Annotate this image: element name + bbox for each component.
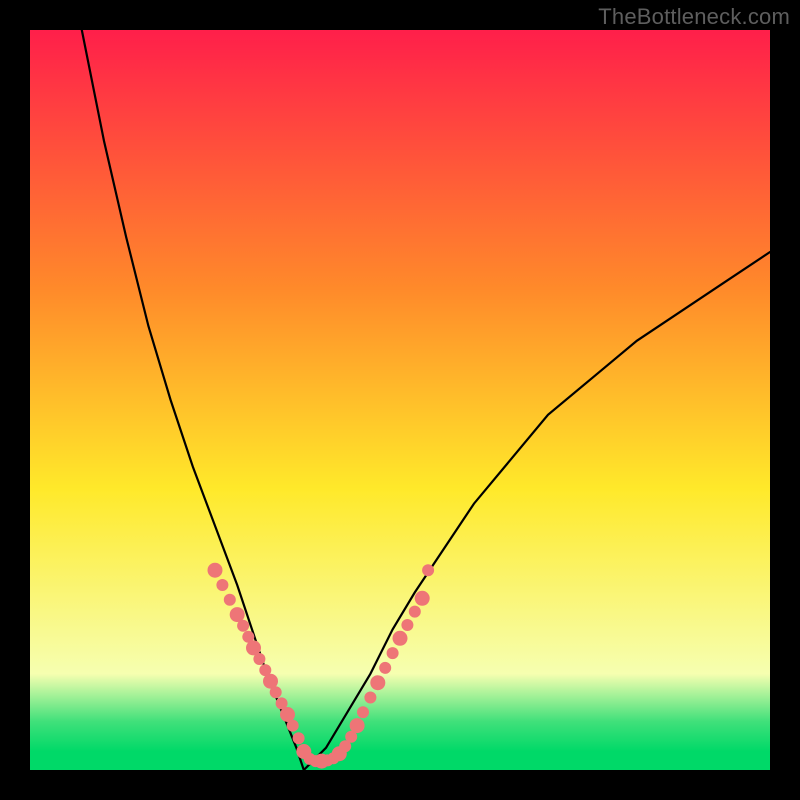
highlight-dot bbox=[393, 631, 408, 646]
chart-stage: TheBottleneck.com bbox=[0, 0, 800, 800]
highlight-dot bbox=[409, 606, 421, 618]
highlight-dot bbox=[270, 686, 282, 698]
watermark-label: TheBottleneck.com bbox=[598, 4, 790, 30]
chart-svg bbox=[0, 0, 800, 800]
highlight-dot bbox=[422, 564, 434, 576]
highlight-dot bbox=[379, 662, 391, 674]
highlight-dot bbox=[370, 675, 385, 690]
highlight-dot bbox=[224, 594, 236, 606]
plot-background bbox=[30, 30, 770, 770]
highlight-dot bbox=[401, 619, 413, 631]
highlight-dot bbox=[387, 647, 399, 659]
highlight-dot bbox=[237, 620, 249, 632]
highlight-dot bbox=[357, 706, 369, 718]
highlight-dot bbox=[287, 720, 299, 732]
highlight-dot bbox=[415, 591, 430, 606]
highlight-dot bbox=[208, 563, 223, 578]
highlight-dot bbox=[253, 653, 265, 665]
highlight-dot bbox=[350, 718, 365, 733]
highlight-dot bbox=[216, 579, 228, 591]
highlight-dot bbox=[364, 692, 376, 704]
highlight-dot bbox=[293, 732, 305, 744]
